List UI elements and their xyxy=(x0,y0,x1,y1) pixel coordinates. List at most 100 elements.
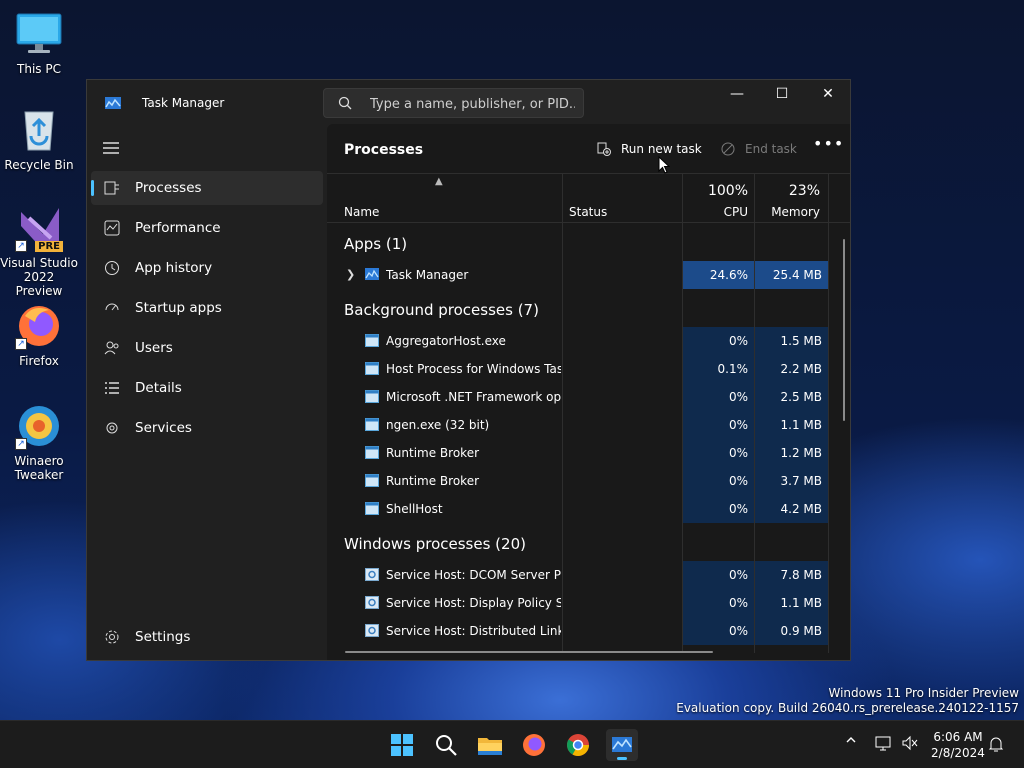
nav-item-label: Processes xyxy=(135,180,202,196)
firefox-icon: ↗ xyxy=(15,302,63,350)
clock-time: 6:06 AM xyxy=(933,730,983,744)
cpu-value: 0% xyxy=(683,495,754,523)
group-header-apps: Apps (1) xyxy=(344,235,408,253)
column-name[interactable]: Name xyxy=(344,205,379,219)
table-row[interactable]: ❯ Task Manager 24.6% 25.4 MB xyxy=(327,261,832,289)
desktop-icon-label: This PC xyxy=(17,62,61,76)
pre-badge: PRE xyxy=(35,241,63,252)
nav-item-label: Details xyxy=(135,380,182,396)
cpu-value: 0% xyxy=(683,327,754,355)
desktop-icon-winaero-tweaker[interactable]: ↗ Winaero Tweaker xyxy=(0,402,78,482)
startup-apps-icon xyxy=(105,303,119,311)
cpu-value: 0% xyxy=(683,589,754,617)
table-row[interactable]: AggregatorHost.exe 0% 1.5 MB xyxy=(327,327,832,355)
shortcut-arrow-icon: ↗ xyxy=(15,240,27,252)
column-status[interactable]: Status xyxy=(569,205,607,219)
table-row[interactable]: Service Host: DCOM Server Pr... 0% 7.8 M… xyxy=(327,561,832,589)
close-button[interactable]: ✕ xyxy=(805,80,850,110)
sort-up-icon: ▲ xyxy=(435,176,443,187)
title-bar[interactable]: Task Manager — ☐ ✕ xyxy=(87,80,850,124)
task-manager-taskbar-button[interactable] xyxy=(606,729,638,761)
nav-item-performance[interactable]: Performance xyxy=(91,211,323,245)
vertical-scrollbar[interactable] xyxy=(843,239,845,421)
nav-item-startup-apps[interactable]: Startup apps xyxy=(91,291,323,325)
firefox-taskbar-button[interactable] xyxy=(518,729,550,761)
nav-item-details[interactable]: Details xyxy=(91,371,323,405)
run-new-task-button[interactable]: Run new task xyxy=(597,133,707,165)
more-options-button[interactable]: ••• xyxy=(813,136,843,157)
notification-bell-icon[interactable] xyxy=(988,735,1004,756)
show-hidden-icons-chevron-icon[interactable] xyxy=(845,734,857,749)
nav-item-label: Startup apps xyxy=(135,300,222,316)
task-manager-app-icon xyxy=(365,268,379,280)
process-window-icon xyxy=(365,334,379,347)
system-clock[interactable]: 6:06 AM 2/8/2024 xyxy=(922,729,994,761)
process-name: Runtime Broker xyxy=(386,446,480,460)
search-box[interactable] xyxy=(323,88,584,118)
memory-total[interactable]: 23% xyxy=(755,183,820,199)
process-name: Service Host: DCOM Server Pr... xyxy=(386,568,561,582)
active-indicator xyxy=(91,180,94,196)
volume-muted-icon[interactable] xyxy=(901,735,919,754)
memory-value: 1.2 MB xyxy=(755,439,828,467)
horizontal-scrollbar[interactable] xyxy=(345,651,713,653)
table-row[interactable]: Host Process for Windows Tasks 0.1% 2.2 … xyxy=(327,355,832,383)
cpu-value: 0% xyxy=(683,617,754,645)
maximize-button[interactable]: ☐ xyxy=(759,80,805,110)
desktop-icon-firefox[interactable]: ↗ Firefox xyxy=(0,302,78,368)
process-name: Service Host: Distributed Link ... xyxy=(386,624,561,638)
column-memory[interactable]: Memory xyxy=(755,205,820,219)
nav-item-app-history[interactable]: App history xyxy=(91,251,323,285)
process-window-icon xyxy=(365,418,379,431)
desktop-icon-label: Firefox xyxy=(19,354,59,368)
process-window-icon xyxy=(365,390,379,403)
desktop-icon-recycle-bin[interactable]: Recycle Bin xyxy=(0,106,78,172)
search-icon xyxy=(338,96,352,110)
desktop-icon-this-pc[interactable]: This PC xyxy=(0,10,78,76)
table-row[interactable]: Service Host: Display Policy Se... 0% 1.… xyxy=(327,589,832,617)
minimize-button[interactable]: — xyxy=(714,80,760,110)
firefox-icon xyxy=(523,734,545,756)
start-icon xyxy=(391,734,413,756)
desktop-icon-label: Visual Studio 2022 Preview xyxy=(0,256,78,298)
start-button[interactable] xyxy=(386,729,418,761)
table-row[interactable]: Runtime Broker 0% 3.7 MB xyxy=(327,467,832,495)
nav-item-processes[interactable]: Processes xyxy=(91,171,323,205)
close-icon: ✕ xyxy=(822,86,834,102)
desktop-icon-visual-studio[interactable]: PRE ↗ Visual Studio 2022 Preview xyxy=(0,204,78,298)
table-row[interactable]: ShellHost 0% 4.2 MB xyxy=(327,495,832,523)
nav-item-users[interactable]: Users xyxy=(91,331,323,365)
table-row[interactable]: Microsoft .NET Framework op... 0% 2.5 MB xyxy=(327,383,832,411)
processes-panel: Processes Run new task End task ••• ▲ Na… xyxy=(327,124,850,660)
network-icon[interactable] xyxy=(874,735,892,754)
table-row[interactable]: Service Host: Distributed Link ... 0% 0.… xyxy=(327,617,832,645)
file-explorer-button[interactable] xyxy=(474,729,506,761)
cpu-total[interactable]: 100% xyxy=(683,183,748,199)
winaero-tweaker-icon: ↗ xyxy=(15,402,63,450)
chrome-taskbar-button[interactable] xyxy=(562,729,594,761)
taskbar-search-button[interactable] xyxy=(430,729,462,761)
process-name: Task Manager xyxy=(386,268,469,282)
memory-value: 4.2 MB xyxy=(755,495,828,523)
chevron-right-icon[interactable]: ❯ xyxy=(346,268,355,281)
memory-value: 1.1 MB xyxy=(755,589,828,617)
process-name: Runtime Broker xyxy=(386,474,480,488)
end-task-button[interactable]: End task xyxy=(721,133,801,165)
running-indicator xyxy=(617,757,627,760)
hamburger-menu-icon[interactable] xyxy=(103,141,119,155)
nav-item-settings[interactable]: Settings xyxy=(91,620,323,654)
column-cpu[interactable]: CPU xyxy=(683,205,748,219)
visual-studio-icon: PRE ↗ xyxy=(15,204,63,252)
cpu-value: 0% xyxy=(683,561,754,589)
run-new-task-icon xyxy=(597,142,611,156)
window-title: Task Manager xyxy=(142,96,225,110)
recycle-bin-icon xyxy=(15,106,63,154)
search-input[interactable] xyxy=(370,94,575,114)
table-row[interactable]: Runtime Broker 0% 1.2 MB xyxy=(327,439,832,467)
taskbar: 6:06 AM 2/8/2024 xyxy=(0,720,1024,768)
nav-item-services[interactable]: Services xyxy=(91,411,323,445)
page-title: Processes xyxy=(344,142,424,158)
shortcut-arrow-icon: ↗ xyxy=(15,438,27,450)
table-row[interactable]: ngen.exe (32 bit) 0% 1.1 MB xyxy=(327,411,832,439)
process-list: Apps (1) ❯ Task Manager 24.6% 25.4 MB Ba… xyxy=(327,224,850,645)
